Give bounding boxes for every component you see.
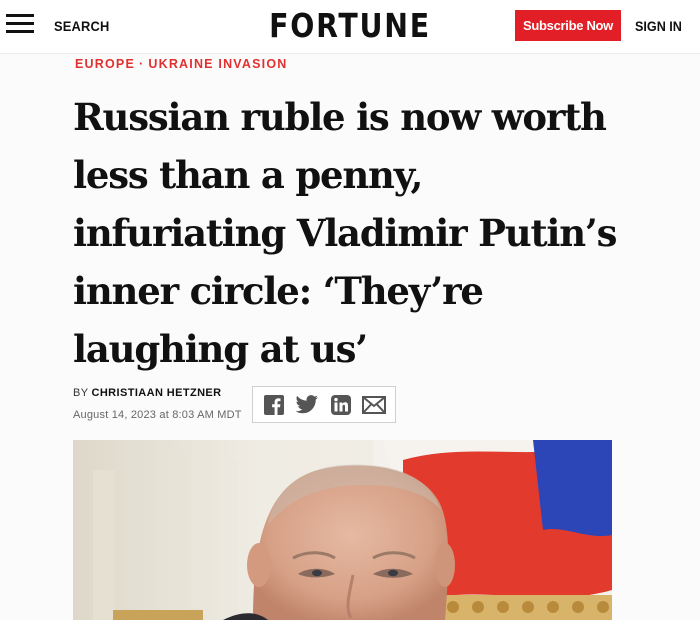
kicker-separator: · [139,57,145,71]
site-header: SEARCH FORTUNE Subscribe Now SIGN IN [0,0,700,54]
email-icon[interactable] [362,393,387,417]
article-headline: Russian ruble is now worth less than a p… [73,95,617,371]
publish-date: August 14, 2023 at 8:03 AM MDT [73,409,242,421]
byline: BY CHRISTIAAN HETZNER [73,387,242,399]
sign-in-link[interactable]: SIGN IN [635,18,682,34]
linkedin-icon[interactable] [329,393,353,417]
facebook-icon[interactable] [262,393,286,417]
byline-block: BY CHRISTIAAN HETZNER August 14, 2023 at … [73,387,242,421]
byline-prefix: BY [73,387,89,399]
hero-photo-illustration [73,440,612,620]
author-link[interactable]: CHRISTIAAN HETZNER [91,387,221,399]
subscribe-button[interactable]: Subscribe Now [515,10,621,41]
section-link-europe[interactable]: EUROPE [75,57,135,71]
article-kicker: EUROPE · UKRAINE INVASION [75,57,288,71]
hero-image [73,440,612,620]
topic-link-ukraine-invasion[interactable]: UKRAINE INVASION [148,57,287,71]
menu-icon[interactable] [6,14,34,36]
twitter-icon[interactable] [295,393,319,417]
share-bar [252,386,396,423]
